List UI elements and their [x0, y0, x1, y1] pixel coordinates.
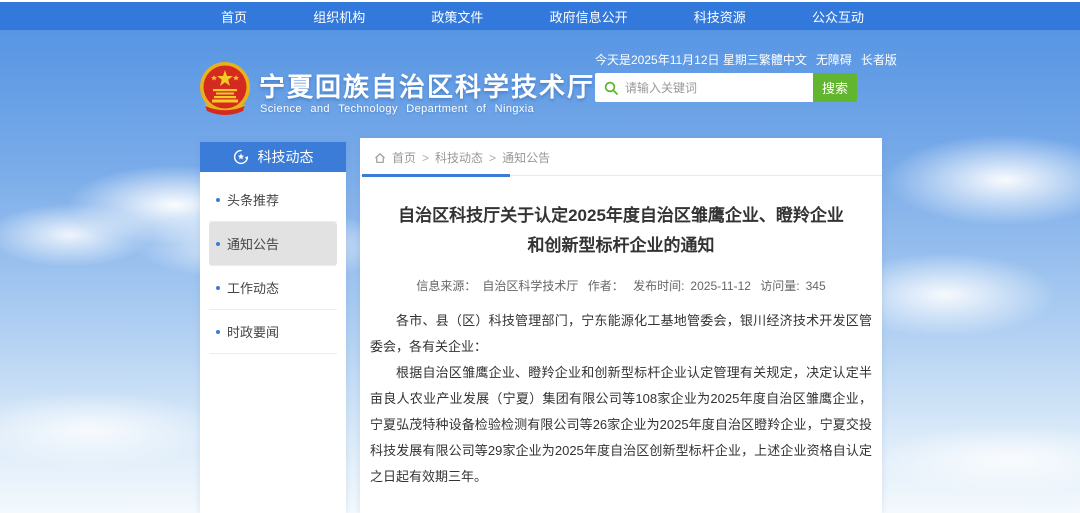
nav-item-public-interaction[interactable]: 公众互动 [806, 7, 870, 26]
search-icon [604, 81, 618, 95]
meta-source-value: 自治区科学技术厅 [482, 279, 578, 293]
article-paragraph: 根据自治区雏鹰企业、瞪羚企业和创新型标杆企业认定管理有关规定，决定认定半亩良人农… [370, 360, 872, 490]
search-button[interactable]: 搜索 [813, 73, 857, 102]
meta-source-label: 信息来源： [416, 279, 476, 293]
page: 首页 组织机构 政策文件 政府信息公开 科技资源 公众互动 宁夏回族自治区科学技… [0, 0, 1080, 513]
breadcrumb-home[interactable]: 首页 [392, 149, 416, 166]
breadcrumb-sci-tech-news[interactable]: 科技动态 [435, 149, 483, 166]
sidebar: 科技动态 头条推荐 通知公告 工作动态 时政要闻 [200, 142, 346, 513]
link-traditional-chinese[interactable]: 繁體中文 [759, 51, 807, 68]
breadcrumb-notices[interactable]: 通知公告 [502, 149, 550, 166]
content-panel: 首页 > 科技动态 > 通知公告 自治区科技厅关于认定2025年度自治区雏鹰企业… [360, 138, 882, 513]
nav-item-policy-documents[interactable]: 政策文件 [425, 7, 489, 26]
site-title: 宁夏回族自治区科学技术厅 [259, 67, 595, 104]
star-refresh-icon [233, 149, 249, 165]
nav-item-home[interactable]: 首页 [215, 7, 253, 26]
meta-views-value: 345 [806, 279, 826, 293]
sidebar-item-headline-recommend[interactable]: 头条推荐 [209, 178, 337, 222]
search-box [595, 73, 813, 102]
article-body: 各市、县（区）科技管理部门，宁东能源化工基地管委会，银川经济技术开发区管委会，各… [370, 308, 872, 490]
article: 自治区科技厅关于认定2025年度自治区雏鹰企业、瞪羚企业 和创新型标杆企业的通知… [360, 201, 882, 513]
breadcrumb-separator: > [489, 151, 496, 165]
sidebar-header: 科技动态 [200, 142, 346, 172]
sidebar-item-label: 时政要闻 [227, 322, 279, 341]
search-input[interactable] [625, 73, 813, 102]
link-accessibility[interactable]: 无障碍 [816, 51, 852, 68]
utility-row: 今天是2025年11月12日 星期三 繁體中文 无障碍 长者版 [595, 51, 871, 68]
sidebar-item-label: 通知公告 [227, 234, 279, 253]
sidebar-item-political-news[interactable]: 时政要闻 [209, 310, 337, 354]
meta-publish-date: 2025-11-12 [690, 279, 751, 293]
article-title-line2: 和创新型标杆企业的通知 [370, 231, 872, 261]
search-bar: 搜索 [595, 73, 857, 102]
meta-author-label: 作者： [588, 279, 624, 293]
breadcrumb-accent-bar [362, 174, 510, 177]
sidebar-item-notices[interactable]: 通知公告 [209, 222, 337, 266]
article-title: 自治区科技厅关于认定2025年度自治区雏鹰企业、瞪羚企业 和创新型标杆企业的通知 [370, 201, 872, 261]
site-subtitle: Science and Technology Department of Nin… [260, 103, 546, 115]
sidebar-item-work-updates[interactable]: 工作动态 [209, 266, 337, 310]
national-emblem-logo [199, 61, 251, 118]
top-navbar: 首页 组织机构 政策文件 政府信息公开 科技资源 公众互动 [0, 2, 1080, 30]
meta-views-label: 访问量: [760, 279, 799, 293]
nav-item-organization[interactable]: 组织机构 [307, 7, 371, 26]
utility-links: 繁體中文 无障碍 长者版 [759, 51, 897, 68]
nav-item-sci-tech-resources[interactable]: 科技资源 [688, 7, 752, 26]
sidebar-title: 科技动态 [258, 147, 314, 167]
sidebar-item-label: 工作动态 [227, 278, 279, 297]
home-icon [374, 152, 386, 164]
emblem-icon [199, 61, 251, 118]
breadcrumb-separator: > [422, 151, 429, 165]
link-elder-version[interactable]: 长者版 [861, 51, 897, 68]
breadcrumb: 首页 > 科技动态 > 通知公告 [360, 138, 882, 176]
current-date: 今天是2025年11月12日 星期三 [595, 51, 759, 68]
nav-item-gov-info-disclosure[interactable]: 政府信息公开 [544, 7, 634, 26]
sidebar-item-label: 头条推荐 [227, 190, 279, 209]
article-title-line1: 自治区科技厅关于认定2025年度自治区雏鹰企业、瞪羚企业 [370, 201, 872, 231]
top-nav-items: 首页 组织机构 政策文件 政府信息公开 科技资源 公众互动 [215, 2, 870, 30]
article-meta: 信息来源： 自治区科学技术厅 作者： 发布时间: 2025-11-12 访问量: 34… [370, 277, 872, 294]
sidebar-list: 头条推荐 通知公告 工作动态 时政要闻 [200, 172, 346, 354]
article-paragraph: 各市、县（区）科技管理部门，宁东能源化工基地管委会，银川经济技术开发区管委会，各… [370, 308, 872, 360]
meta-publish-label: 发布时间: [633, 279, 684, 293]
